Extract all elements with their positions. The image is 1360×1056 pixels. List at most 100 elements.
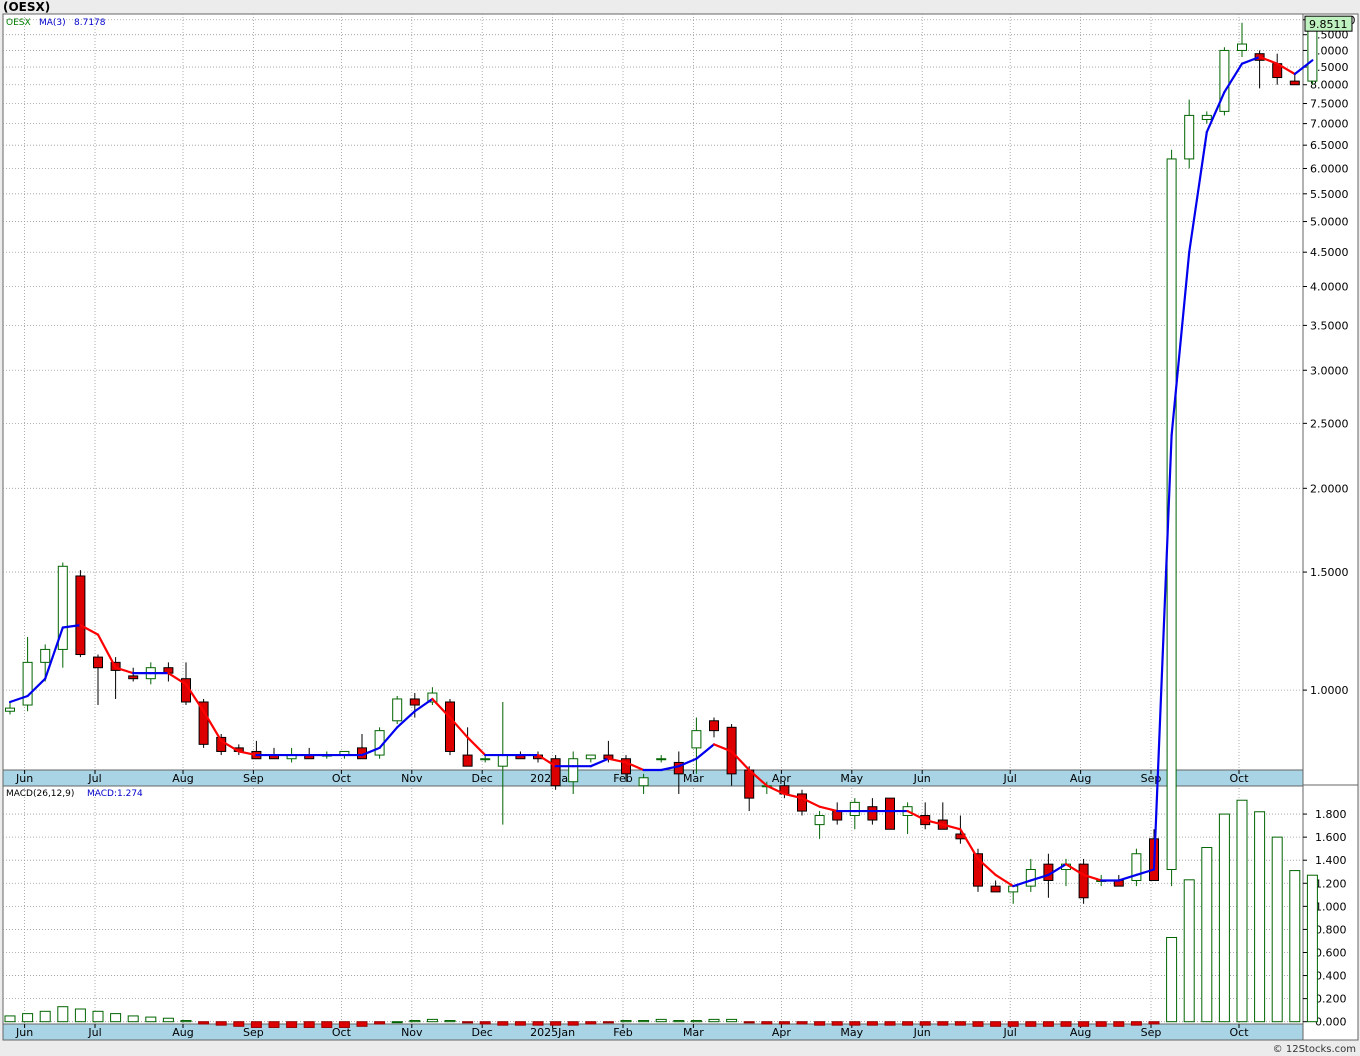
macd-bar <box>127 1015 139 1023</box>
macd-bar <box>937 1021 949 1026</box>
candle-body <box>1237 43 1247 51</box>
date-label: Jul <box>87 1026 101 1039</box>
macd-bar <box>1148 1021 1160 1025</box>
date-label: Sep <box>1141 1026 1162 1039</box>
macd-bar <box>620 1020 632 1023</box>
macd-tick-label: 0.400 <box>1315 970 1347 983</box>
macd-bar <box>761 1021 773 1025</box>
candle-body <box>709 720 719 732</box>
macd-bar <box>1078 1021 1090 1027</box>
candle-body <box>849 801 860 817</box>
date-label: Dec <box>472 772 493 785</box>
candle-body <box>480 758 491 761</box>
date-label: Aug <box>1070 1026 1091 1039</box>
date-label: Apr <box>772 772 792 785</box>
price-tick-label: 5.5000 <box>1310 188 1349 201</box>
macd-bar <box>321 1021 333 1028</box>
macd-bar <box>391 1021 403 1024</box>
macd-bar <box>145 1016 157 1023</box>
macd-bar <box>1289 870 1301 1023</box>
macd-bar <box>919 1021 931 1026</box>
candle-body <box>568 758 579 783</box>
macd-bar <box>1218 813 1230 1023</box>
macd-bar <box>462 1021 474 1024</box>
candle-body <box>885 797 895 830</box>
macd-bar <box>796 1021 808 1025</box>
candle-body <box>445 701 455 752</box>
macd-bar <box>743 1021 755 1024</box>
macd-bar <box>1183 879 1195 1023</box>
date-label: 2025Jan <box>530 1026 575 1039</box>
macd-bar <box>497 1021 509 1026</box>
macd-bar <box>814 1021 826 1026</box>
macd-bar <box>1130 1021 1142 1026</box>
macd-bar <box>673 1020 685 1023</box>
macd-bar <box>110 1013 122 1023</box>
macd-bar <box>303 1021 315 1028</box>
macd-bar <box>162 1017 174 1023</box>
date-label: May <box>840 772 863 785</box>
ma-legend-value: 8.7178 <box>74 18 106 28</box>
macd-bar <box>338 1021 350 1028</box>
candle-body <box>638 777 649 787</box>
date-label: Dec <box>472 1026 493 1039</box>
price-tick-label: 5.0000 <box>1310 216 1349 229</box>
candle-body <box>1201 114 1212 120</box>
macd-bar <box>250 1021 262 1028</box>
candle-body <box>832 810 843 821</box>
macd-bar <box>638 1020 650 1023</box>
macd-bar <box>902 1021 914 1026</box>
macd-bar <box>1042 1021 1054 1027</box>
macd-bar <box>57 1006 69 1023</box>
macd-tick-label: 0.200 <box>1315 993 1347 1006</box>
macd-bar <box>972 1021 984 1027</box>
candle-body <box>75 575 86 656</box>
macd-tick-label: 1.600 <box>1315 831 1347 844</box>
candle-body <box>1307 23 1318 82</box>
price-tick-label: 6.5000 <box>1310 139 1349 152</box>
price-tick-label: 6.0000 <box>1310 162 1349 175</box>
macd-bar <box>884 1021 896 1026</box>
candle-body <box>392 698 403 722</box>
date-label: Jun <box>15 772 33 785</box>
macd-tick-label: 0.000 <box>1315 1016 1347 1029</box>
date-label: Jul <box>1003 772 1017 785</box>
macd-bar <box>198 1021 210 1025</box>
macd-bar <box>356 1021 368 1027</box>
macd-bar <box>514 1021 526 1026</box>
date-label: Jun <box>15 1026 33 1039</box>
macd-bar <box>585 1021 597 1025</box>
candle-body <box>656 758 667 761</box>
macd-bar <box>1095 1021 1107 1027</box>
macd-bar <box>1236 799 1248 1023</box>
date-label: Aug <box>172 1026 193 1039</box>
macd-bar <box>655 1018 667 1023</box>
price-tick-label: 1.5000 <box>1310 566 1349 579</box>
macd-bar <box>550 1021 562 1026</box>
price-tick-label: 7.0000 <box>1310 118 1349 131</box>
date-label: May <box>840 1026 863 1039</box>
price-tick-label: 2.0000 <box>1310 482 1349 495</box>
macd-bar <box>1113 1021 1125 1027</box>
candle-body <box>22 661 33 706</box>
macd-bar <box>1201 847 1213 1023</box>
macd-bar <box>409 1020 421 1023</box>
macd-bar <box>268 1021 280 1028</box>
candle-body <box>1219 49 1230 112</box>
macd-bar <box>1254 811 1266 1023</box>
date-label: Jul <box>1003 1026 1017 1039</box>
candle-body <box>990 885 1001 893</box>
date-label: Apr <box>772 1026 792 1039</box>
candle-body <box>40 648 51 663</box>
macd-bar <box>954 1021 966 1026</box>
date-label: Aug <box>172 772 193 785</box>
macd-legend: MACD(26,12,9) <box>6 789 74 799</box>
date-label: Oct <box>332 772 352 785</box>
candle-body <box>5 707 15 712</box>
price-tick-label: 4.5000 <box>1310 246 1349 259</box>
macd-bar <box>726 1018 738 1023</box>
macd-tick-label: 1.200 <box>1315 877 1347 890</box>
macd-bar <box>215 1021 227 1026</box>
price-tick-label: 2.5000 <box>1310 417 1349 430</box>
price-tick-label: 4.0000 <box>1310 281 1349 294</box>
